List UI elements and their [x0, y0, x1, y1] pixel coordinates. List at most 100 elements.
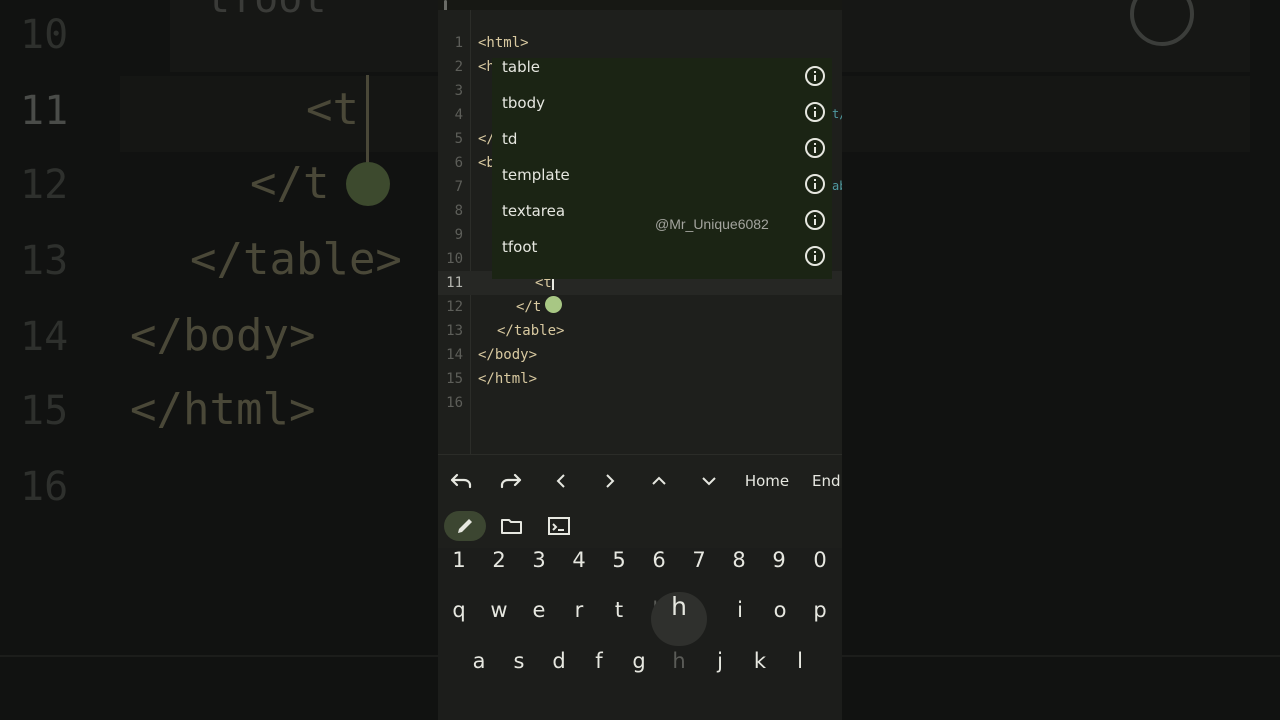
- key-g[interactable]: g: [619, 649, 659, 695]
- key-l[interactable]: l: [780, 649, 820, 695]
- backdrop-handle: [346, 162, 390, 206]
- line-number: 13: [446, 323, 463, 339]
- backdrop-code: </body>: [130, 310, 316, 361]
- suggestion-template[interactable]: template: [492, 166, 832, 202]
- backdrop-line-number: 15: [20, 388, 69, 434]
- info-icon[interactable]: [805, 102, 825, 122]
- code-text: <html>: [478, 35, 529, 51]
- backdrop-line-number: 13: [20, 238, 69, 284]
- cursor-drag-handle[interactable]: [545, 296, 562, 313]
- key-s[interactable]: s: [499, 649, 539, 695]
- backdrop-code: </html>: [130, 384, 316, 435]
- backdrop-info-icon: [1130, 0, 1194, 46]
- redo-button[interactable]: [494, 455, 528, 507]
- line-number: 12: [446, 299, 463, 315]
- key-q[interactable]: q: [439, 598, 479, 644]
- suggestion-td[interactable]: td: [492, 130, 832, 166]
- backdrop-line-number: 12: [20, 162, 69, 208]
- suggestion-tbody[interactable]: tbody: [492, 94, 832, 130]
- soft-keyboard: 1 2 3 4 5 6 7 8 9 0 q w e r t h i o p a …: [438, 548, 842, 720]
- backdrop-line-number: 10: [20, 12, 69, 58]
- files-button[interactable]: [500, 514, 524, 538]
- line-number: 15: [446, 371, 463, 387]
- terminal-icon: [548, 517, 570, 535]
- edit-mode-button[interactable]: [444, 511, 486, 541]
- backdrop-line-number: 16: [20, 464, 69, 510]
- key-t[interactable]: t: [599, 598, 639, 644]
- key-f[interactable]: f: [579, 649, 619, 695]
- line-number: 4: [454, 107, 463, 123]
- key-r[interactable]: r: [559, 598, 599, 644]
- autocomplete-popup: table tbody td template textarea tfoot @…: [492, 58, 832, 279]
- cursor-left-button[interactable]: [548, 455, 574, 507]
- suggestion-label: textarea: [502, 202, 566, 220]
- code-line[interactable]: 15 </html>: [438, 367, 842, 391]
- chevron-right-icon: [606, 474, 615, 488]
- info-icon[interactable]: [805, 246, 825, 266]
- key-press-popup-label: h: [671, 592, 687, 621]
- suggestion-label: td: [502, 130, 518, 148]
- redo-icon: [500, 473, 522, 489]
- line-number: 10: [446, 251, 463, 267]
- code-fragment: t/: [832, 107, 842, 121]
- cursor-down-button[interactable]: [696, 455, 722, 507]
- info-icon[interactable]: [805, 66, 825, 86]
- key-1[interactable]: 1: [439, 548, 479, 594]
- line-number: 9: [454, 227, 463, 243]
- terminal-button[interactable]: [547, 514, 571, 538]
- line-number: 16: [446, 395, 463, 411]
- line-number: 8: [454, 203, 463, 219]
- code-line[interactable]: 14 </body>: [438, 343, 842, 367]
- mode-toolbar: [438, 506, 842, 548]
- key-p[interactable]: p: [800, 598, 840, 644]
- suggestion-table[interactable]: table: [492, 58, 832, 94]
- key-9[interactable]: 9: [759, 548, 799, 594]
- key-e[interactable]: e: [519, 598, 559, 644]
- key-3[interactable]: 3: [519, 548, 559, 594]
- line-number: 6: [454, 155, 463, 171]
- chevron-down-icon: [702, 477, 716, 486]
- key-8[interactable]: 8: [719, 548, 759, 594]
- line-number: 7: [454, 179, 463, 195]
- backdrop-line-number: 14: [20, 314, 69, 360]
- end-button[interactable]: End: [812, 455, 842, 507]
- backdrop-code: <t: [306, 84, 359, 135]
- key-a[interactable]: a: [459, 649, 499, 695]
- line-number: 3: [454, 83, 463, 99]
- editor-toolbar: Home End: [438, 454, 842, 508]
- suggestion-tfoot[interactable]: tfoot: [492, 238, 832, 274]
- key-4[interactable]: 4: [559, 548, 599, 594]
- key-i[interactable]: i: [720, 598, 760, 644]
- code-fragment: ab: [832, 179, 842, 193]
- key-j[interactable]: j: [700, 649, 740, 695]
- key-o[interactable]: o: [760, 598, 800, 644]
- code-line[interactable]: 13 </table>: [438, 319, 842, 343]
- code-editor[interactable]: 1 <html> 2 <h 3 4 t/ 5 </ 6 <b 7 ab 8: [438, 10, 842, 454]
- key-5[interactable]: 5: [599, 548, 639, 594]
- suggestion-label: tbody: [502, 94, 545, 112]
- key-2[interactable]: 2: [479, 548, 519, 594]
- key-d[interactable]: d: [539, 649, 579, 695]
- backdrop-code: </table>: [190, 234, 402, 285]
- code-line[interactable]: 12 </t: [438, 295, 842, 319]
- code-line[interactable]: 16: [438, 391, 842, 415]
- key-0[interactable]: 0: [800, 548, 840, 594]
- key-k[interactable]: k: [740, 649, 780, 695]
- chevron-up-icon: [652, 476, 666, 485]
- info-icon[interactable]: [805, 210, 825, 230]
- key-h[interactable]: h: [659, 649, 699, 695]
- key-w[interactable]: w: [479, 598, 519, 644]
- undo-button[interactable]: [444, 455, 478, 507]
- watermark: @Mr_Unique6082: [655, 216, 769, 232]
- info-icon[interactable]: [805, 138, 825, 158]
- pencil-icon: [458, 519, 472, 533]
- home-button[interactable]: Home: [742, 455, 792, 507]
- code-text: </table>: [497, 323, 565, 339]
- key-7[interactable]: 7: [679, 548, 719, 594]
- info-icon[interactable]: [805, 174, 825, 194]
- undo-icon: [450, 473, 472, 489]
- cursor-right-button[interactable]: [597, 455, 623, 507]
- code-line[interactable]: 1 <html>: [438, 31, 842, 55]
- cursor-up-button[interactable]: [646, 455, 672, 507]
- key-6[interactable]: 6: [639, 548, 679, 594]
